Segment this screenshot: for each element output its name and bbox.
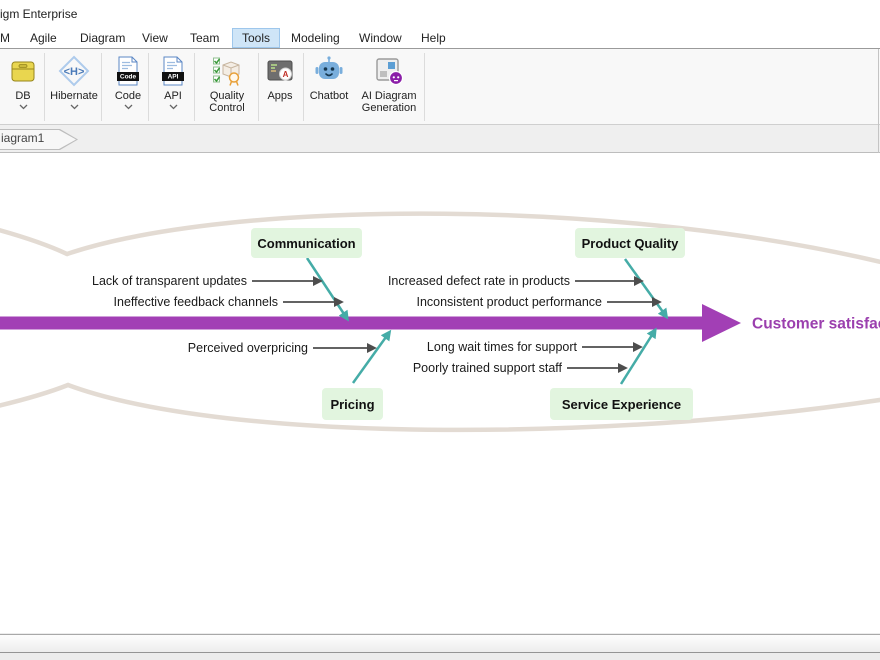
- hibernate-label: Hibernate: [50, 90, 98, 102]
- menu-item-modeling[interactable]: Modeling: [287, 28, 344, 48]
- quality-control-label: Quality Control: [198, 90, 256, 114]
- menu-item-tools[interactable]: Tools: [232, 28, 280, 48]
- svg-text:Code: Code: [120, 73, 137, 80]
- cause-label[interactable]: Ineffective feedback channels: [114, 295, 278, 309]
- chatbot-button[interactable]: Chatbot: [305, 55, 353, 102]
- chevron-down-icon[interactable]: [70, 104, 79, 110]
- hibernate-icon: <H>: [58, 55, 90, 87]
- cause-label[interactable]: Inconsistent product performance: [416, 295, 602, 309]
- diagram-tab-bar: iagram1: [0, 125, 880, 153]
- svg-text:API: API: [168, 73, 179, 80]
- category-pricing[interactable]: Pricing: [322, 388, 383, 420]
- category-product-quality[interactable]: Product Quality: [575, 228, 685, 258]
- bone-service-experience[interactable]: [621, 335, 652, 384]
- menu-item-diagram[interactable]: Diagram: [76, 28, 129, 48]
- api-label: API: [164, 90, 182, 102]
- code-label: Code: [115, 90, 141, 102]
- spine-arrow[interactable]: [0, 304, 741, 342]
- diagram-canvas[interactable]: Customer satisfaction Lack of transparen…: [0, 153, 880, 633]
- api-document-icon: API: [157, 55, 189, 87]
- category-label: Product Quality: [582, 236, 680, 251]
- chevron-down-icon[interactable]: [124, 104, 133, 110]
- menu-item-team[interactable]: Team: [186, 28, 223, 48]
- database-drawer-icon: [7, 55, 39, 87]
- application-window: igm Enterprise M Agile Diagram View Team…: [0, 0, 880, 660]
- menu-bar: M Agile Diagram View Team Tools Modeling…: [0, 28, 880, 49]
- menu-item-window[interactable]: Window: [355, 28, 406, 48]
- db-button[interactable]: DB: [4, 55, 42, 110]
- effect-label[interactable]: Customer satisfaction: [752, 316, 880, 333]
- window-title: igm Enterprise: [0, 7, 77, 21]
- ribbon-toolbar: DB <H> Hibernate Code Code: [0, 49, 880, 125]
- code-button[interactable]: Code Code: [106, 55, 150, 110]
- toolbar-separator: [194, 53, 195, 121]
- cause-label[interactable]: Increased defect rate in products: [388, 274, 570, 288]
- db-label: DB: [15, 90, 30, 102]
- fishbone-diagram: Customer satisfaction Lack of transparen…: [0, 153, 880, 633]
- category-service-experience[interactable]: Service Experience: [550, 388, 693, 420]
- svg-text:<H>: <H>: [64, 66, 85, 78]
- ai-diagram-icon: [373, 55, 405, 87]
- menu-item-agile[interactable]: Agile: [26, 28, 61, 48]
- toolbar-separator: [101, 53, 102, 121]
- bone-product-quality[interactable]: [625, 259, 663, 312]
- ai-diagram-generation-label: AI Diagram Generation: [356, 90, 422, 114]
- apps-label: Apps: [267, 90, 292, 102]
- chevron-down-icon[interactable]: [19, 104, 28, 110]
- toolbar-separator: [44, 53, 45, 121]
- code-document-icon: Code: [112, 55, 144, 87]
- cause-label[interactable]: Lack of transparent updates: [92, 274, 247, 288]
- apps-button[interactable]: A Apps: [260, 55, 300, 102]
- robot-chatbot-icon: [313, 55, 345, 87]
- apps-icon: A: [264, 55, 296, 87]
- toolbar-separator: [424, 53, 425, 121]
- quality-control-button[interactable]: Quality Control: [198, 55, 256, 114]
- title-bar: igm Enterprise: [0, 0, 880, 28]
- menu-item-cutoff[interactable]: M: [0, 28, 14, 48]
- menu-item-help[interactable]: Help: [417, 28, 450, 48]
- category-label: Service Experience: [562, 397, 681, 412]
- chatbot-label: Chatbot: [310, 90, 349, 102]
- cause-label[interactable]: Perceived overpricing: [188, 341, 308, 355]
- category-label: Pricing: [330, 397, 374, 412]
- window-right-border: [878, 49, 879, 153]
- bone-communication[interactable]: [307, 258, 344, 314]
- bottom-scrollbar-area: [0, 633, 880, 660]
- chevron-down-icon[interactable]: [169, 104, 178, 110]
- hibernate-button[interactable]: <H> Hibernate: [48, 55, 100, 110]
- category-communication[interactable]: Communication: [251, 228, 362, 258]
- bone-pricing[interactable]: [353, 337, 386, 383]
- api-button[interactable]: API API: [152, 55, 194, 110]
- ai-diagram-generation-button[interactable]: AI Diagram Generation: [356, 55, 422, 114]
- cause-label[interactable]: Poorly trained support staff: [413, 361, 563, 375]
- menu-item-view[interactable]: View: [138, 28, 172, 48]
- cause-label[interactable]: Long wait times for support: [427, 340, 578, 354]
- quality-checklist-icon: [211, 55, 243, 87]
- tab-diagram1-label: iagram1: [1, 131, 44, 145]
- toolbar-separator: [258, 53, 259, 121]
- toolbar-separator: [303, 53, 304, 121]
- horizontal-scrollbar[interactable]: [0, 634, 880, 653]
- category-label: Communication: [257, 236, 355, 251]
- tab-diagram1[interactable]: iagram1: [0, 129, 80, 150]
- svg-text:A: A: [283, 70, 289, 79]
